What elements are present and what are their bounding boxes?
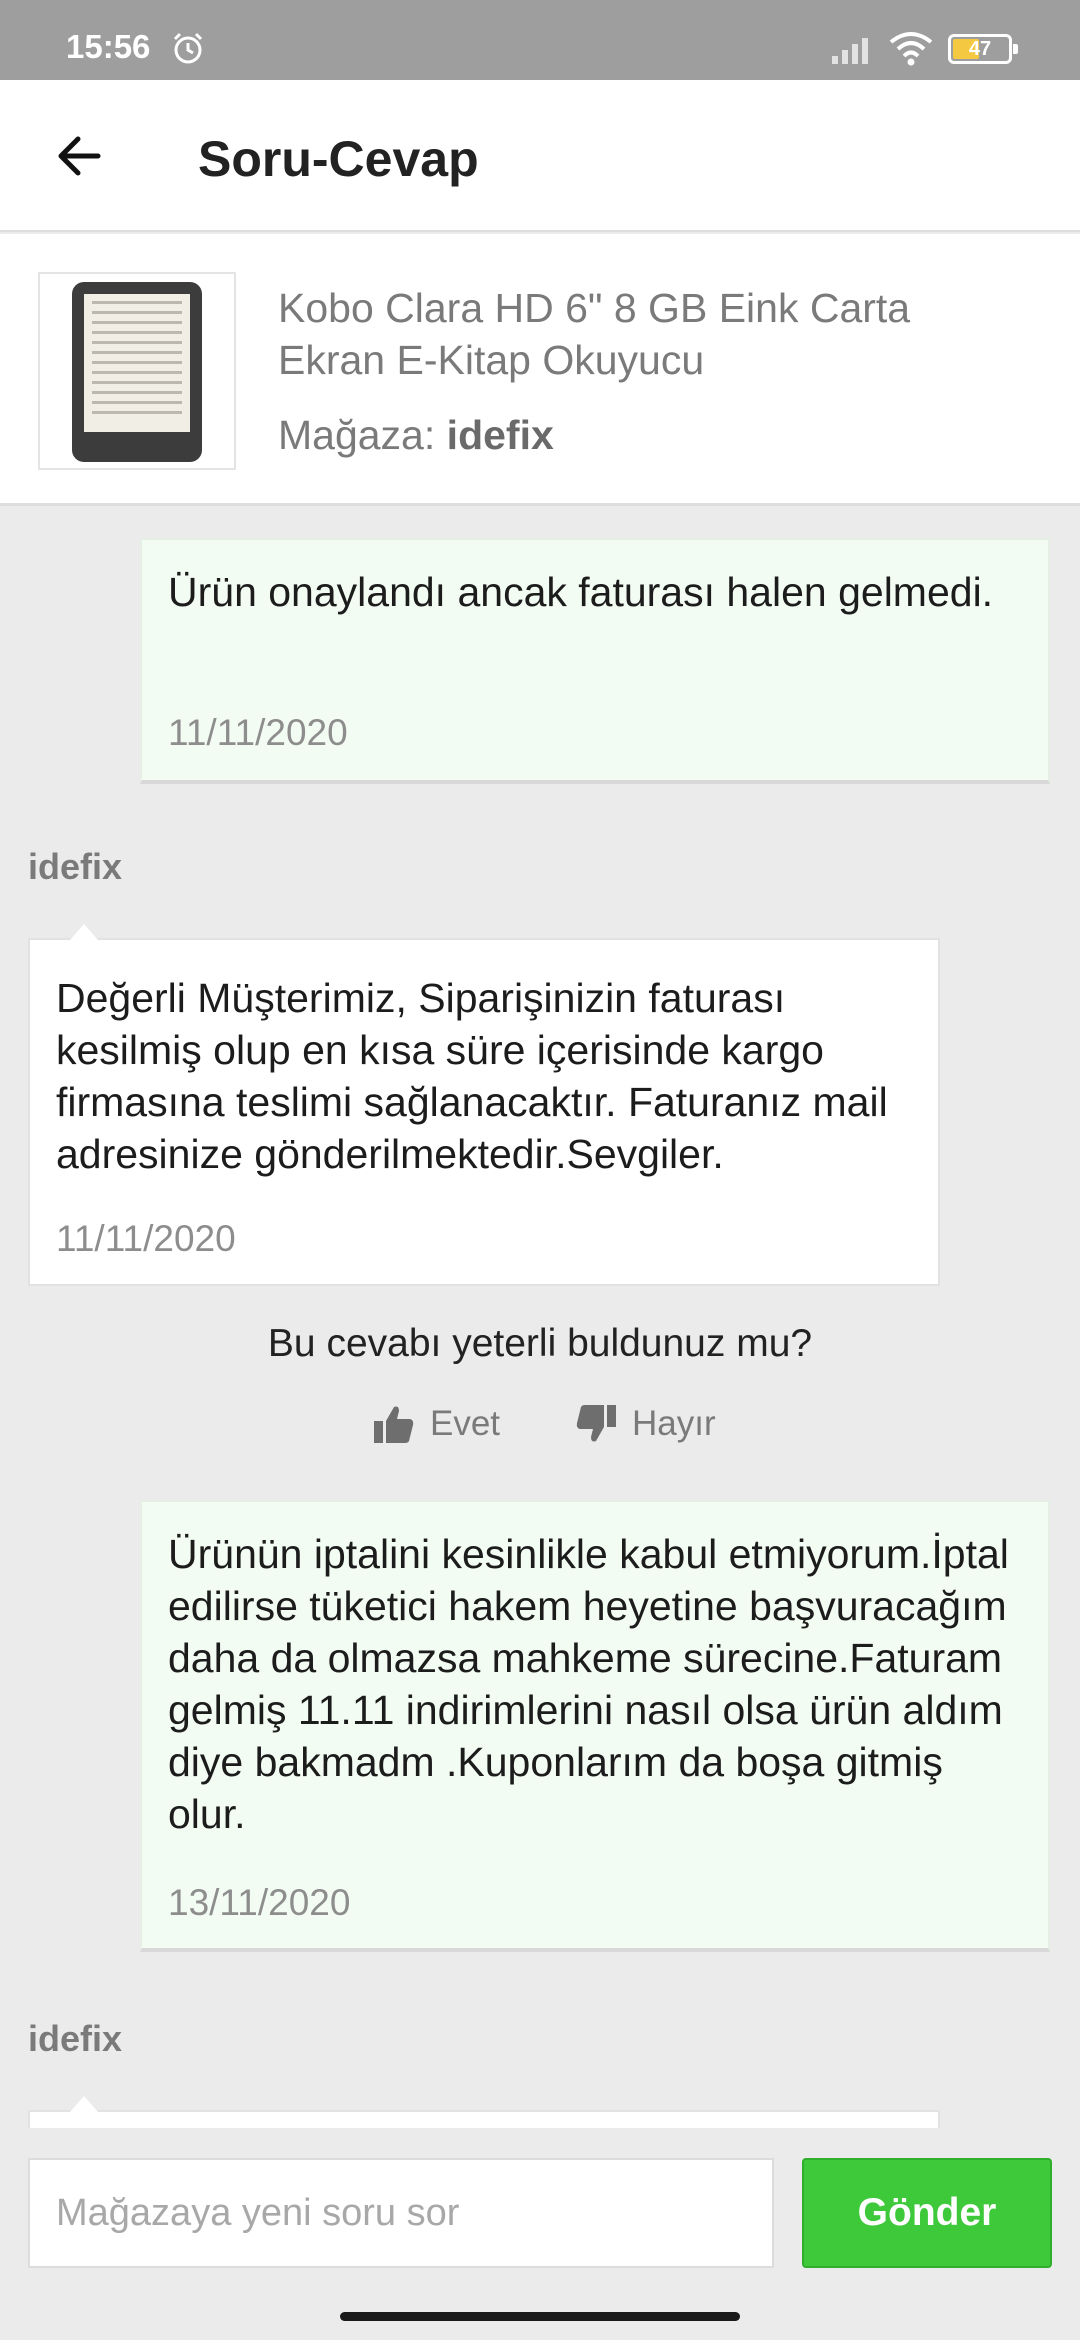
answer-date: 11/11/2020 (56, 1218, 236, 1259)
feedback-question: Bu cevabı yeterli buldunuz mu? (267, 1322, 813, 1365)
thumbs-down-icon (576, 1405, 616, 1442)
thumbs-up-icon (374, 1406, 414, 1443)
ereader-image (72, 282, 202, 462)
answer-bubble: Değerli Müşterimiz, Siparişinizin fatura… (28, 924, 940, 1286)
wifi-icon (889, 32, 933, 66)
question-text: Ürünün iptalini kesinlikle kabul etmiyor… (168, 1531, 1009, 1837)
feedback-yes-label: Evet (430, 1404, 501, 1443)
home-indicator[interactable] (340, 2312, 740, 2321)
question-composer: Gönder (0, 2128, 1080, 2298)
answer-text: Değerli Müşterimiz, Siparişinizin fatura… (56, 975, 888, 1177)
feedback-yes-button[interactable]: Evet (372, 1396, 500, 1452)
seller-name: idefix (28, 2018, 123, 2059)
question-bubble: Ürünün iptalini kesinlikle kabul etmiyor… (140, 1500, 1050, 1952)
alarm-icon (173, 32, 203, 64)
app-bar: Soru-Cevap (0, 80, 1080, 232)
new-question-input[interactable] (28, 2158, 774, 2268)
signal-icon (832, 38, 868, 64)
status-bar: 15:56 47 (0, 0, 1080, 80)
product-store: Mağaza: idefix (278, 412, 554, 459)
product-card[interactable]: Kobo Clara HD 6" 8 GB Eink Carta Ekran E… (0, 234, 1080, 506)
battery-level: 47 (968, 38, 992, 60)
product-name: Kobo Clara HD 6" 8 GB Eink Carta Ekran E… (278, 285, 911, 383)
feedback-no-label: Hayır (632, 1404, 716, 1443)
page-title: Soru-Cevap (198, 131, 479, 187)
store-name: idefix (446, 412, 554, 458)
question-date: 13/11/2020 (168, 1882, 351, 1923)
store-label: Mağaza: (278, 412, 436, 458)
arrow-left-icon[interactable] (50, 126, 110, 186)
status-time: 15:56 (66, 28, 151, 65)
seller-name: idefix (28, 846, 123, 887)
question-date: 11/11/2020 (168, 712, 348, 753)
product-image (38, 272, 236, 470)
question-bubble: Ürün onaylandı ancak faturası halen gelm… (140, 538, 1050, 784)
feedback-no-button[interactable]: Hayır (574, 1396, 716, 1452)
battery-icon: 47 (948, 34, 1018, 64)
question-text: Ürün onaylandı ancak faturası halen gelm… (168, 569, 994, 615)
send-button[interactable]: Gönder (802, 2158, 1052, 2268)
